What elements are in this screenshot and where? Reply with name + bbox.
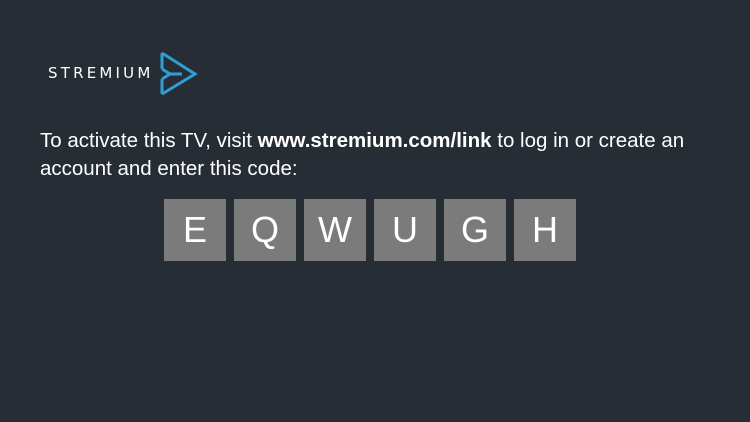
instructions-prefix: To activate this TV, visit [40, 129, 258, 152]
play-triangle-icon [160, 51, 199, 96]
activation-code: E Q W U G H [164, 199, 576, 261]
code-character: Q [234, 199, 296, 261]
stremium-logo: STREMIUM [48, 50, 200, 96]
code-character: W [304, 199, 366, 261]
code-character: E [164, 199, 226, 261]
activation-link: www.stremium.com/link [257, 129, 492, 152]
code-character: H [514, 199, 576, 261]
code-character: G [444, 199, 506, 261]
code-character: U [374, 199, 436, 261]
activation-instructions: To activate this TV, visit www.stremium.… [40, 127, 745, 183]
logo-wordmark: STREMIUM [48, 63, 154, 82]
